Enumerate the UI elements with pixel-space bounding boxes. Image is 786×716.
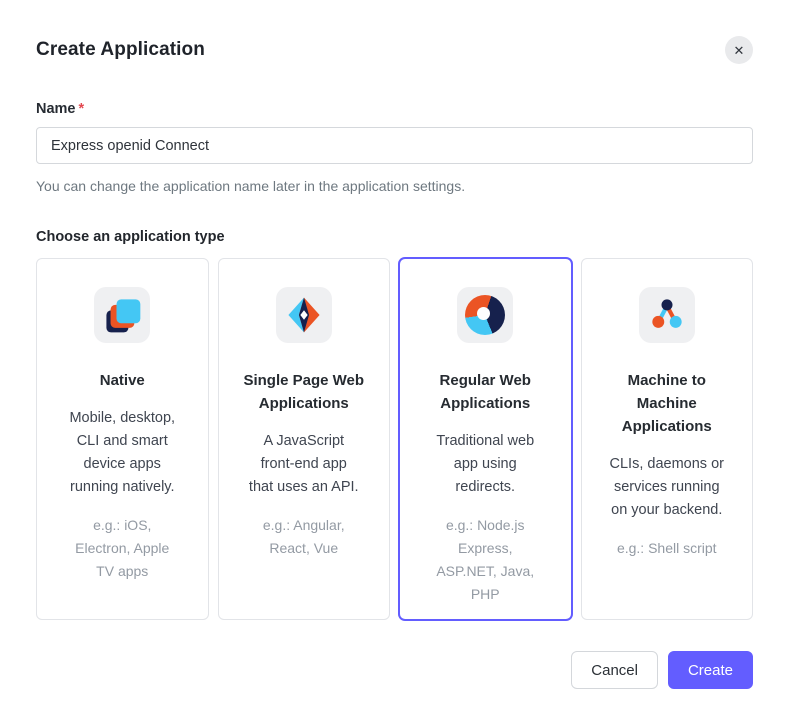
card-example: e.g.: Node.js Express, ASP.NET, Java, PH… xyxy=(436,517,535,602)
page-title: Create Application xyxy=(36,39,205,60)
create-button[interactable]: Create xyxy=(667,651,753,689)
close-button[interactable]: ✕ xyxy=(725,36,753,64)
card-title: Single Page Web Applications xyxy=(243,372,365,412)
card-description: A JavaScript front-end app that uses an … xyxy=(248,433,359,495)
card-description: Traditional web app using redirects. xyxy=(436,433,535,495)
overlapping-diamonds-icon xyxy=(288,297,320,333)
card-description: Mobile, desktop, CLI and smart device ap… xyxy=(69,410,176,495)
required-asterisk: * xyxy=(78,101,85,117)
donut-swirl-icon xyxy=(465,295,506,335)
card-single-page-web[interactable]: Single Page Web Applications A JavaScrip… xyxy=(217,258,390,620)
card-example: e.g.: Shell script xyxy=(616,540,717,556)
card-example: e.g.: iOS, Electron, Apple TV apps xyxy=(75,517,170,579)
card-machine-to-machine[interactable]: Machine to Machine Applications CLIs, da… xyxy=(580,258,753,620)
card-native[interactable]: Native Mobile, desktop, CLI and smart de… xyxy=(36,258,209,620)
application-type-cards: Native Mobile, desktop, CLI and smart de… xyxy=(36,258,753,620)
application-type-label: Choose an application type xyxy=(36,229,225,245)
card-regular-web[interactable]: Regular Web Applications Traditional web… xyxy=(399,258,572,620)
card-title: Native xyxy=(99,372,145,389)
card-example: e.g.: Angular, React, Vue xyxy=(262,517,345,556)
name-field-label: Name * xyxy=(36,100,753,118)
card-title: Machine to Machine Applications xyxy=(621,372,712,435)
card-description: CLIs, daemons or services running on you… xyxy=(609,456,724,518)
application-name-input[interactable] xyxy=(36,127,753,164)
rwa-icon-tile xyxy=(457,287,514,343)
name-label-text: Name xyxy=(36,101,76,117)
create-application-dialog: Create Application ✕ Name* You can chang… xyxy=(0,0,786,689)
spa-icon-tile xyxy=(275,287,332,343)
molecule-icon xyxy=(652,299,682,328)
close-icon: ✕ xyxy=(733,42,745,58)
m2m-icon-tile xyxy=(638,287,695,343)
native-icon-tile xyxy=(94,287,151,343)
dialog-header: Create Application ✕ xyxy=(36,36,753,64)
cancel-button[interactable]: Cancel xyxy=(571,651,658,689)
stacked-squares-icon xyxy=(106,299,141,333)
card-title: Regular Web Applications xyxy=(439,372,531,412)
name-helper-text: You can change the application name late… xyxy=(36,178,466,194)
dialog-footer: Cancel Create xyxy=(36,651,753,689)
